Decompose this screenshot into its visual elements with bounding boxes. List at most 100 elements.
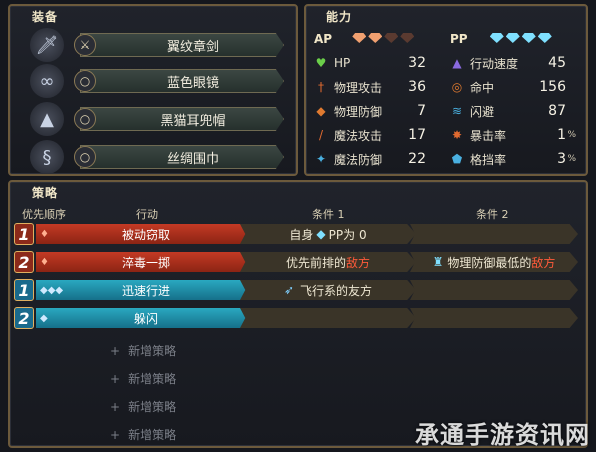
stat-value: 22 bbox=[408, 151, 426, 167]
equipment-title: 装备 bbox=[32, 10, 59, 24]
condition-target: 敌方 bbox=[346, 255, 371, 270]
condition-target: 敌方 bbox=[531, 255, 556, 270]
sword-slot-icon: ⚔ bbox=[74, 34, 96, 56]
action-label: 迅速行进 bbox=[121, 283, 170, 298]
condition2-button[interactable] bbox=[410, 280, 578, 300]
dodge-icon: ≋ bbox=[451, 104, 463, 118]
stat-unit: % bbox=[567, 154, 576, 164]
equip-name[interactable]: 黑猫耳兜帽 bbox=[80, 107, 284, 131]
header-cond1: 条件 1 bbox=[312, 208, 345, 221]
action-button[interactable]: ♦ 淬毒一掷 bbox=[36, 252, 250, 272]
action-button[interactable]: ◆ 躲闪 bbox=[36, 308, 250, 328]
add-strategy-label: 新增策略 bbox=[128, 400, 177, 414]
action-label: 躲闪 bbox=[133, 311, 158, 326]
condition-text: 飞行系的友方 bbox=[300, 283, 373, 298]
pp-label: PP bbox=[450, 32, 468, 46]
strategy-row[interactable]: 1 ♦ 被动窃取 自身 ◆ PP为 0 bbox=[14, 223, 578, 245]
stat-hp: ♥ HP 32 bbox=[312, 52, 430, 74]
stat-value: 3 bbox=[557, 151, 566, 167]
stat-value: 1 bbox=[557, 127, 566, 143]
pp-gem-icon bbox=[521, 33, 536, 43]
equip-name[interactable]: 蓝色眼镜 bbox=[80, 69, 284, 93]
stat-unit: % bbox=[567, 130, 576, 140]
plus-icon: + bbox=[110, 344, 121, 358]
stat-crit: ✸ 暴击率 1 % bbox=[448, 124, 576, 146]
condition1-button[interactable] bbox=[240, 308, 416, 328]
stat-name: 暴击率 bbox=[470, 128, 507, 143]
condition-text: 优先前排的 bbox=[285, 255, 346, 270]
sword-icon: 🗡 bbox=[30, 28, 64, 62]
abilities-title: 能力 bbox=[326, 10, 353, 24]
stat-name: 物理攻击 bbox=[334, 80, 383, 95]
action-button[interactable]: ◆◆◆ 迅速行进 bbox=[36, 280, 250, 300]
stat-phys-def: ◆ 物理防御 7 bbox=[312, 100, 430, 122]
header-action: 行动 bbox=[136, 208, 158, 221]
stat-name: 格挡率 bbox=[470, 152, 507, 167]
condition2-button[interactable] bbox=[410, 224, 578, 244]
condition2-button[interactable]: ♜ 物理防御最低的 敌方 bbox=[410, 252, 578, 272]
wand-icon: / bbox=[318, 128, 324, 142]
stat-name: HP bbox=[334, 56, 351, 70]
stat-value: 17 bbox=[408, 127, 426, 143]
ring-slot-icon: ○ bbox=[74, 108, 96, 130]
action-button[interactable]: ♦ 被动窃取 bbox=[36, 224, 250, 244]
ap-gem-icon bbox=[400, 33, 415, 43]
stat-evasion: ≋ 闪避 87 bbox=[448, 100, 570, 122]
add-strategy-button[interactable]: + 新增策略 bbox=[110, 426, 176, 443]
condition1-button[interactable]: ➶ 飞行系的友方 bbox=[240, 280, 416, 300]
stat-mag-def: ✦ 魔法防御 22 bbox=[312, 148, 430, 170]
armor-icon: ♜ bbox=[432, 255, 444, 269]
condition2-button[interactable] bbox=[410, 308, 578, 328]
ap-gem-icon bbox=[352, 33, 367, 43]
equip-name[interactable]: 翼纹章剑 bbox=[80, 33, 284, 57]
sword-icon: † bbox=[318, 80, 324, 94]
priority-number: 2 bbox=[14, 307, 34, 329]
abilities-panel: 能力 AP PP ♥ HP 32 † 物理攻击 36 ◆ 物理防御 7 / 魔法… bbox=[304, 4, 588, 176]
pp-gem-icon: ◆ bbox=[316, 227, 326, 241]
watermark: 承通手游资讯网 bbox=[415, 421, 590, 449]
pp-gems bbox=[489, 32, 554, 46]
target-icon: ◎ bbox=[451, 80, 463, 94]
equip-row-weapon[interactable]: 🗡 翼纹章剑 ⚔ bbox=[30, 28, 290, 62]
condition1-button[interactable]: 自身 ◆ PP为 0 bbox=[240, 224, 416, 244]
ap-gauge: AP bbox=[314, 32, 416, 46]
equip-row-accessory2[interactable]: ▲ 黑猫耳兜帽 ○ bbox=[30, 102, 290, 136]
equip-row-accessory1[interactable]: ∞ 蓝色眼镜 ○ bbox=[30, 64, 290, 98]
ap-gem-icon bbox=[384, 33, 399, 43]
strategy-title: 策略 bbox=[32, 186, 59, 200]
condition-text: 自身 bbox=[289, 227, 314, 242]
add-strategy-label: 新增策略 bbox=[128, 344, 177, 358]
equip-name[interactable]: 丝绸围巾 bbox=[80, 145, 284, 169]
equip-row-accessory3[interactable]: § 丝绸围巾 ○ bbox=[30, 140, 290, 174]
scarf-icon: § bbox=[30, 140, 64, 174]
stat-block: ⬟ 格挡率 3 % bbox=[448, 148, 576, 170]
stat-value: 156 bbox=[539, 79, 566, 95]
add-strategy-label: 新增策略 bbox=[128, 428, 177, 442]
equipment-panel: 装备 🗡 翼纹章剑 ⚔ ∞ 蓝色眼镜 ○ ▲ 黑猫耳兜帽 ○ § 丝绸围巾 ○ bbox=[8, 4, 298, 176]
add-strategy-button[interactable]: + 新增策略 bbox=[110, 398, 176, 415]
stat-value: 36 bbox=[408, 79, 426, 95]
stat-accuracy: ◎ 命中 156 bbox=[448, 76, 570, 98]
strategy-row[interactable]: 2 ♦ 淬毒一掷 优先前排的 敌方 ♜ 物理防御最低的 敌方 bbox=[14, 251, 578, 273]
stat-name: 命中 bbox=[470, 80, 495, 95]
heart-icon: ♥ bbox=[315, 56, 327, 70]
add-strategy-button[interactable]: + 新增策略 bbox=[110, 370, 176, 387]
stat-name: 魔法攻击 bbox=[334, 128, 383, 143]
ap-cost-icon: ♦ bbox=[40, 256, 49, 268]
strategy-row[interactable]: 2 ◆ 躲闪 bbox=[14, 307, 578, 329]
action-label: 被动窃取 bbox=[121, 227, 170, 242]
pp-gem-icon bbox=[505, 33, 520, 43]
strategy-row[interactable]: 1 ◆◆◆ 迅速行进 ➶ 飞行系的友方 bbox=[14, 279, 578, 301]
condition1-button[interactable]: 优先前排的 敌方 bbox=[240, 252, 416, 272]
add-strategy-button[interactable]: + 新增策略 bbox=[110, 342, 176, 359]
stat-value: 45 bbox=[548, 55, 566, 71]
hood-icon: ▲ bbox=[30, 102, 64, 136]
priority-number: 1 bbox=[14, 279, 34, 301]
shield-icon: ◆ bbox=[316, 104, 326, 118]
ap-gems bbox=[352, 32, 416, 46]
ring-slot-icon: ○ bbox=[74, 70, 96, 92]
condition-text: PP为 0 bbox=[328, 227, 367, 242]
priority-number: 2 bbox=[14, 251, 34, 273]
stat-name: 魔法防御 bbox=[334, 152, 383, 167]
plus-icon: + bbox=[110, 372, 121, 386]
